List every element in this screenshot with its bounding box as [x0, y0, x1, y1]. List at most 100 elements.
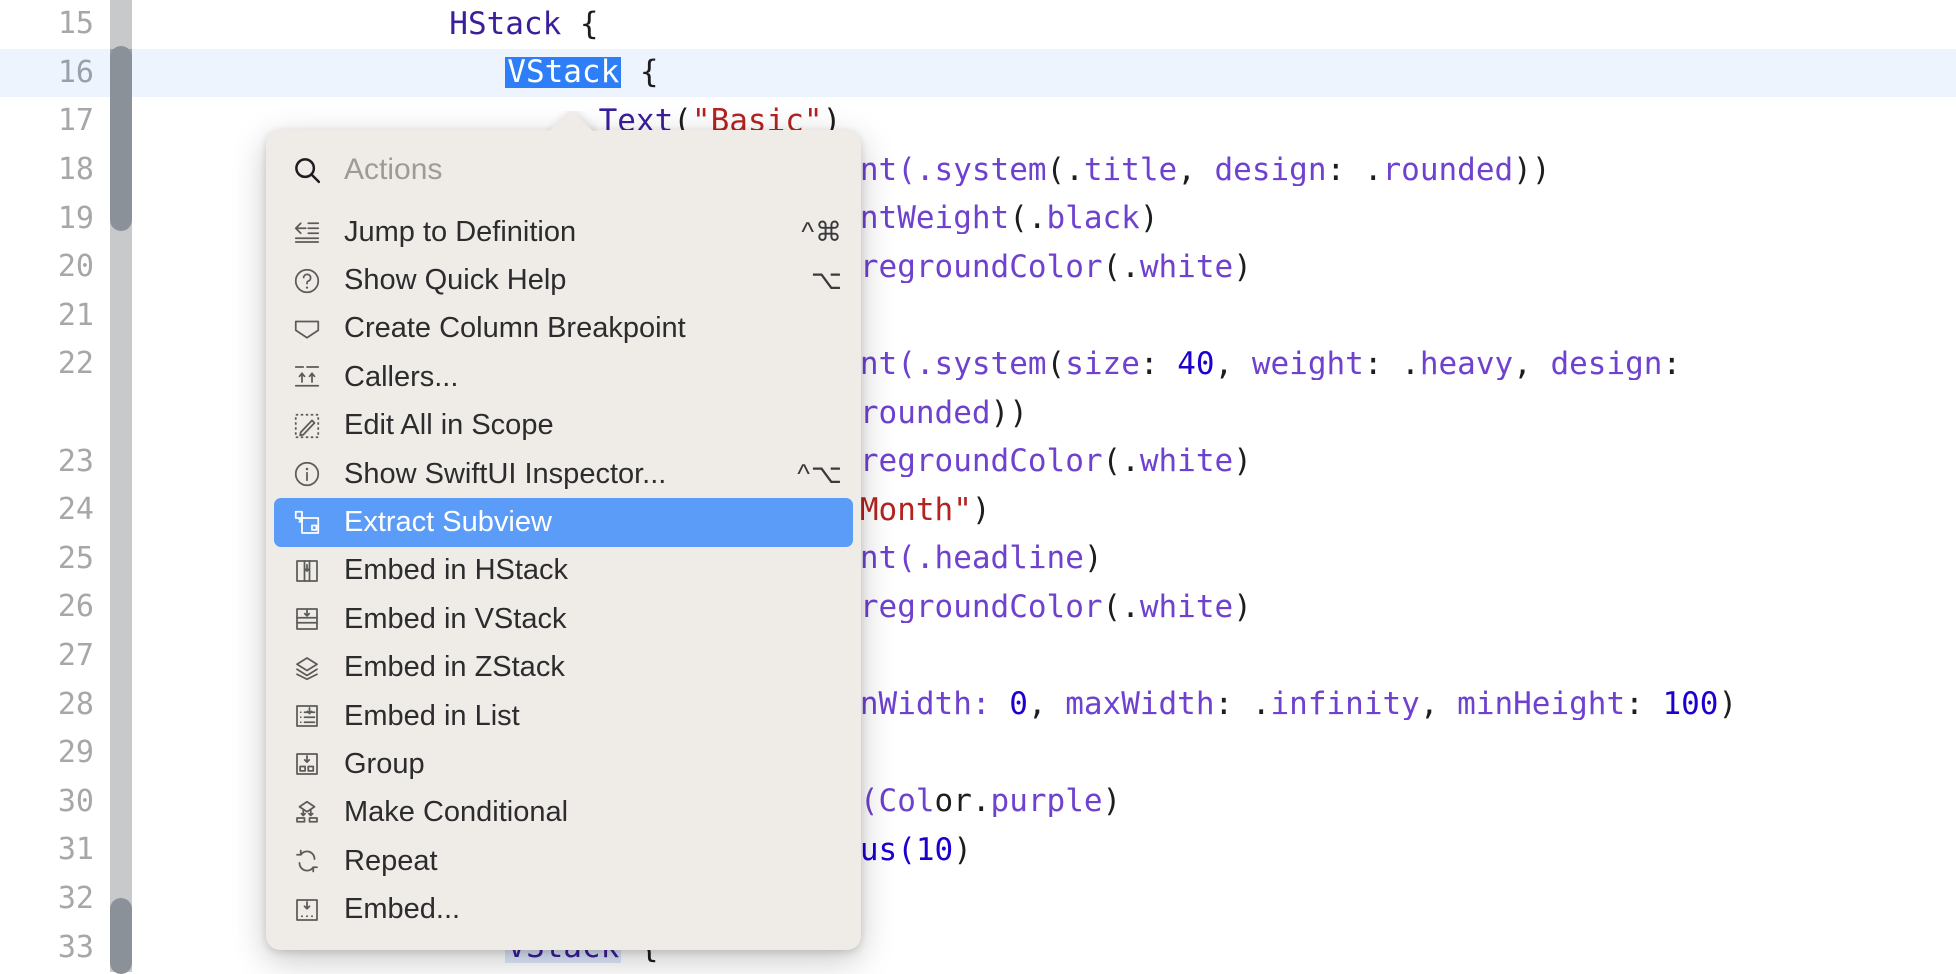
line-number: 17: [0, 106, 110, 136]
code-token: minHeight: [1457, 689, 1625, 720]
code-token: : .: [1364, 349, 1420, 380]
code-token: infinity: [1271, 689, 1420, 720]
gutter-strip: [110, 292, 132, 341]
gutter-strip: [110, 826, 132, 875]
menu-item-callers[interactable]: Callers...: [266, 353, 861, 401]
actions-popup-menu[interactable]: Jump to Definition^⌘Show Quick Help⌥ Crea…: [266, 130, 861, 950]
menu-item-embed-in-vstack[interactable]: Embed in VStack: [266, 595, 861, 643]
menu-item-label: Show Quick Help: [344, 264, 793, 297]
line-number: 32: [0, 884, 110, 914]
menu-item-edit-all-in-scope[interactable]: Edit All in Scope: [266, 402, 861, 450]
menu-item-extract-subview[interactable]: Extract Subview: [274, 498, 853, 546]
embed-hstack-icon: [290, 556, 324, 586]
code-token: rounded: [1383, 155, 1514, 186]
xcode-editor-screen: 15 HStack {16 VStack {17 Text("Basic")18…: [0, 0, 1956, 974]
code-token: {: [561, 9, 598, 40]
embed-vstack-icon: [290, 604, 324, 634]
menu-item-label: Make Conditional: [344, 796, 825, 829]
line-number: 31: [0, 835, 110, 865]
line-number: 30: [0, 787, 110, 817]
extract-subview-icon: [290, 508, 324, 538]
code-token: system: [935, 349, 1047, 380]
gutter-strip: [110, 0, 132, 49]
code-line[interactable]: 15 HStack {: [0, 0, 1956, 49]
menu-item-show-quick-help[interactable]: Show Quick Help⌥: [266, 256, 861, 304]
code-token: 100: [1662, 689, 1718, 720]
code-token: purple: [991, 786, 1103, 817]
menu-item-label: Embed in ZStack: [344, 651, 825, 684]
gutter-strip: [110, 243, 132, 292]
gutter-scroll-knob-lower[interactable]: [110, 898, 132, 974]
menu-item-create-column-breakpoint[interactable]: Create Column Breakpoint: [266, 305, 861, 353]
code-token: : .: [1215, 689, 1271, 720]
embed-list-icon: [290, 701, 324, 731]
code-token: ): [1103, 786, 1122, 817]
repeat-icon: [290, 846, 324, 876]
code-token: (.: [1103, 592, 1140, 623]
menu-item-show-swiftui-inspector[interactable]: Show SwiftUI Inspector...^⌥: [266, 450, 861, 498]
menu-item-shortcut: ^⌘: [783, 217, 843, 248]
code-line[interactable]: 16 VStack {: [0, 49, 1956, 98]
code-token: title: [1084, 155, 1177, 186]
menu-item-label: Embed in List: [344, 700, 825, 733]
line-number: 28: [0, 690, 110, 720]
code-token: white: [1140, 252, 1233, 283]
breakpoint-icon: [290, 314, 324, 344]
make-conditional-icon: [290, 798, 324, 828]
menu-item-shortcut: ^⌥: [779, 459, 843, 490]
code-token: ): [1084, 543, 1103, 574]
menu-item-repeat[interactable]: Repeat: [266, 837, 861, 885]
actions-search-input[interactable]: [344, 153, 843, 187]
code-token: ): [972, 495, 991, 526]
menu-item-label: Show SwiftUI Inspector...: [344, 458, 779, 491]
code-token: (.: [1047, 155, 1084, 186]
menu-item-label: Create Column Breakpoint: [344, 312, 825, 345]
code-token: 40: [1177, 349, 1214, 380]
search-icon: [290, 155, 324, 185]
code-token: black: [1047, 203, 1140, 234]
menu-item-label: Callers...: [344, 361, 825, 394]
menu-item-label: Embed in VStack: [344, 603, 825, 636]
code-token: ): [1233, 592, 1252, 623]
code-token: (.: [1103, 252, 1140, 283]
gutter-strip: [110, 486, 132, 535]
code-token: 0: [935, 835, 954, 866]
menu-item-make-conditional[interactable]: Make Conditional: [266, 789, 861, 837]
line-number: 29: [0, 738, 110, 768]
code-token: design: [1550, 349, 1662, 380]
code-token: ): [1233, 252, 1252, 283]
menu-item-group[interactable]: Group: [266, 740, 861, 788]
code-token: ): [953, 835, 972, 866]
menu-item-label: Embed in HStack: [344, 554, 825, 587]
code-token: ,: [1420, 689, 1457, 720]
code-token: size: [1065, 349, 1140, 380]
line-number: 33: [0, 933, 110, 963]
gutter-strip: [110, 680, 132, 729]
menu-item-embed-in-list[interactable]: Embed in List: [266, 692, 861, 740]
gutter-strip: [110, 535, 132, 584]
menu-item-jump-to-definition[interactable]: Jump to Definition^⌘: [266, 208, 861, 256]
gutter-strip: [110, 583, 132, 632]
question-circle-icon: [290, 266, 324, 296]
code-token: onth": [879, 495, 972, 526]
code-token: )): [1513, 155, 1550, 186]
code-token: ght: [953, 203, 1009, 234]
line-number: 16: [0, 58, 110, 88]
code-token: heavy: [1420, 349, 1513, 380]
code-token: {: [621, 57, 658, 88]
menu-item-label: Repeat: [344, 845, 825, 878]
menu-item-embed[interactable]: Embed...: [266, 885, 861, 933]
actions-search-row[interactable]: [266, 142, 861, 198]
gutter-strip: [110, 340, 132, 389]
jump-to-definition-icon: [290, 217, 324, 247]
group-icon: [290, 749, 324, 779]
code-token: design: [1215, 155, 1327, 186]
gutter-scroll-knob[interactable]: [110, 46, 132, 231]
line-number: 22: [0, 349, 110, 379]
menu-item-embed-in-zstack[interactable]: Embed in ZStack: [266, 644, 861, 692]
code-token: :: [1662, 349, 1681, 380]
code-token: ): [1718, 689, 1737, 720]
code-token: ,: [1215, 349, 1252, 380]
menu-item-embed-in-hstack[interactable]: Embed in HStack: [266, 547, 861, 595]
embed-zstack-icon: [290, 653, 324, 683]
